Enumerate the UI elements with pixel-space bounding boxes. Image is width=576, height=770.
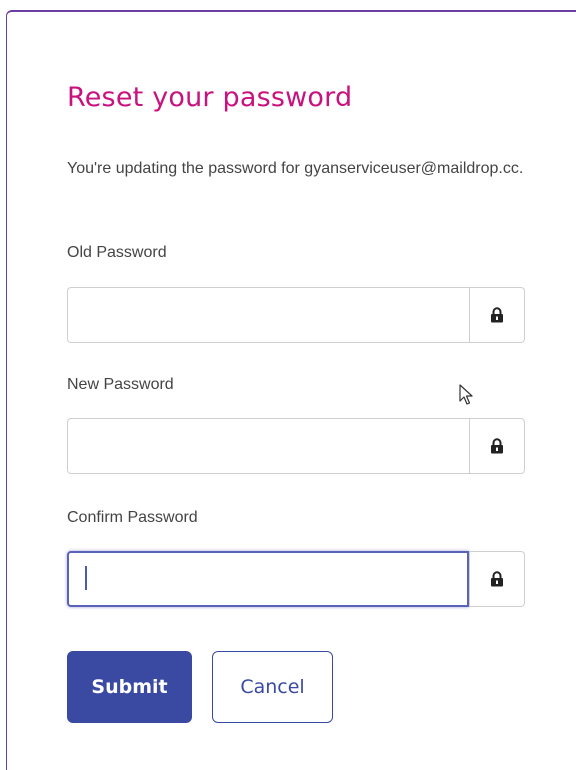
confirm-password-lock-addon xyxy=(469,551,525,607)
new-password-lock-addon xyxy=(469,418,525,474)
confirm-password-group xyxy=(67,551,525,607)
lock-icon xyxy=(491,307,503,323)
old-password-label: Old Password xyxy=(67,244,167,261)
lock-icon xyxy=(491,571,503,587)
old-password-lock-addon xyxy=(469,287,525,343)
cancel-button[interactable]: Cancel xyxy=(212,651,333,723)
confirm-password-input[interactable] xyxy=(67,551,469,607)
confirm-password-label: Confirm Password xyxy=(67,509,198,526)
submit-button[interactable]: Submit xyxy=(67,651,192,723)
text-caret xyxy=(85,566,87,590)
page-title: Reset your password xyxy=(67,82,353,113)
old-password-input[interactable] xyxy=(67,287,469,343)
old-password-group xyxy=(67,287,525,343)
new-password-label: New Password xyxy=(67,376,174,393)
new-password-input[interactable] xyxy=(67,418,469,474)
lock-icon xyxy=(491,438,503,454)
new-password-group xyxy=(67,418,525,474)
mouse-pointer-icon xyxy=(459,384,473,405)
description-text: You're updating the password for gyanser… xyxy=(67,160,524,177)
